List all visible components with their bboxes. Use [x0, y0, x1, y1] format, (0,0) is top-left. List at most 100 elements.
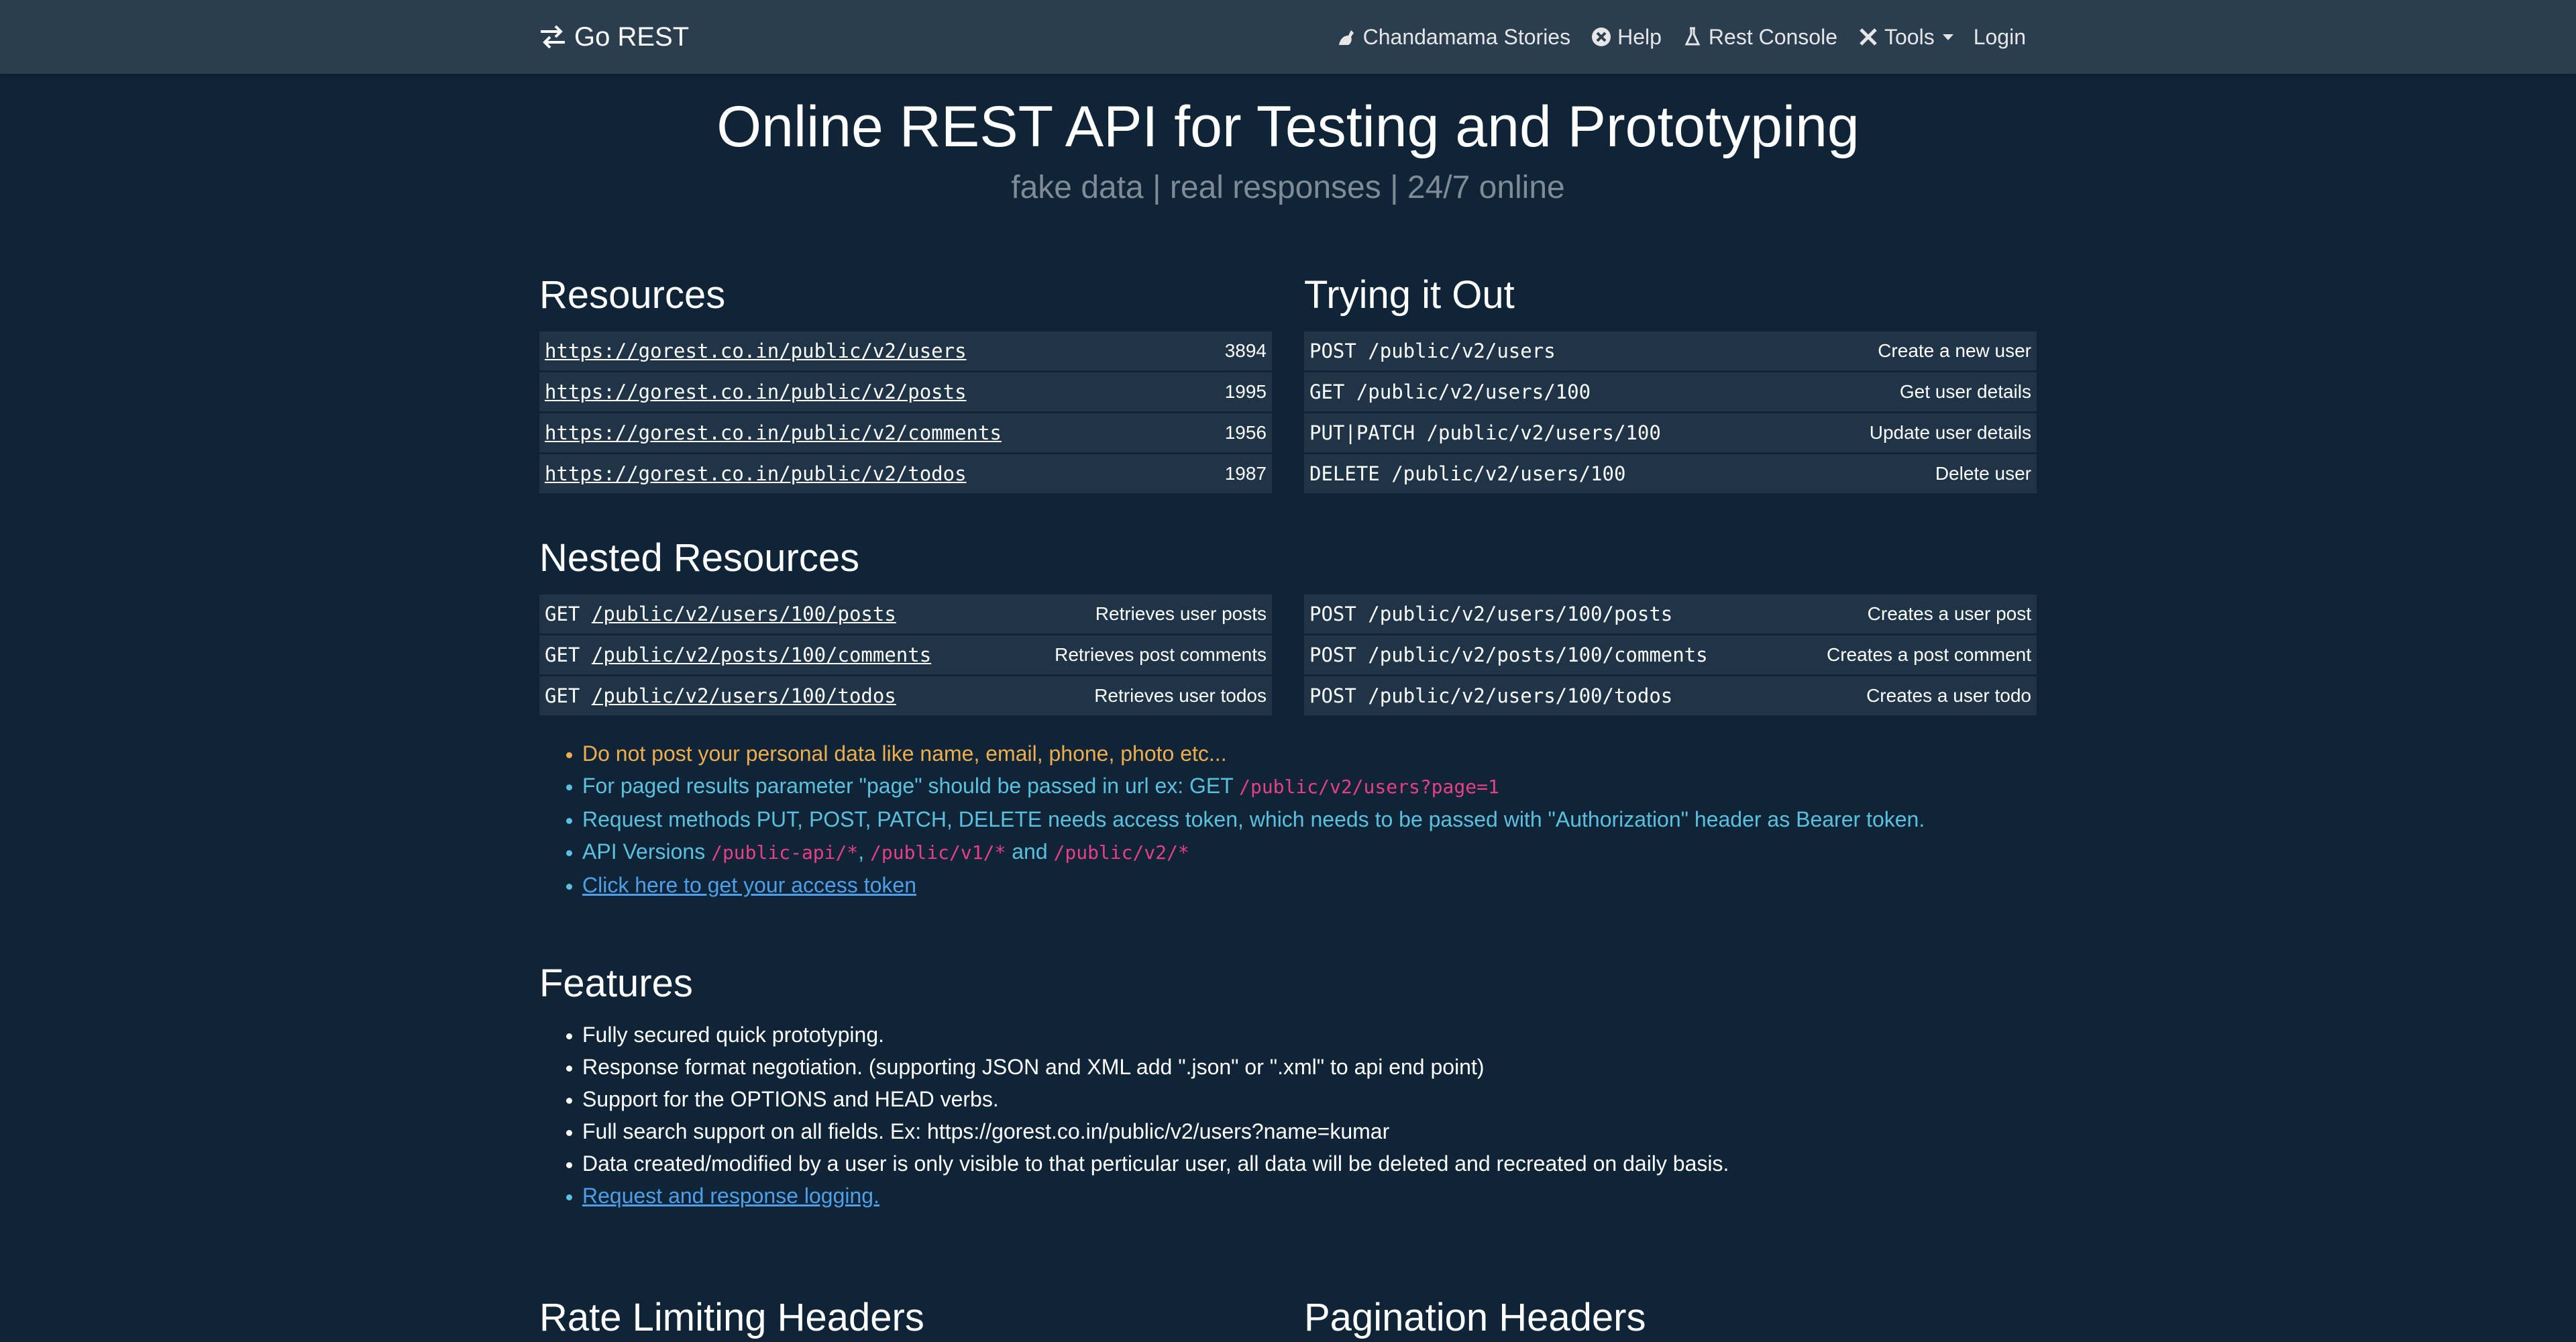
request-example: POST /public/v2/posts/100/comments — [1309, 643, 1708, 666]
resource-count: 1987 — [1224, 463, 1267, 484]
http-method: GET — [545, 643, 580, 666]
list-item: For paged results parameter "page" shoul… — [582, 770, 1925, 803]
code-snippet: /public/v1/* — [870, 841, 1006, 864]
request-description: Update user details — [1869, 422, 2031, 443]
list-item: Data created/modified by a user is only … — [582, 1147, 1729, 1180]
list-item: Response format negotiation. (supporting… — [582, 1051, 1729, 1083]
nested-get-table: GET /public/v2/users/100/posts Retrieves… — [539, 595, 1272, 717]
list-item: Request and response logging. — [582, 1180, 1729, 1212]
request-example: GET /public/v2/users/100 — [1309, 380, 1591, 403]
nested-heading: Nested Resources — [539, 536, 860, 580]
brand-label: Go REST — [574, 21, 690, 52]
table-row: POST /public/v2/users/100/posts Creates … — [1304, 595, 2037, 633]
list-item: Do not post your personal data like name… — [582, 737, 1925, 770]
table-row: GET /public/v2/users/100 Get user detail… — [1304, 372, 2037, 411]
table-row: GET /public/v2/posts/100/comments Retrie… — [539, 635, 1272, 674]
pagination-heading: Pagination Headers — [1304, 1296, 1646, 1339]
nav-label: Tools — [1884, 24, 1935, 49]
nested-link-post-comments[interactable]: /public/v2/posts/100/comments — [592, 643, 931, 666]
table-row: https://gorest.co.in/public/v2/comments … — [539, 413, 1272, 452]
features-heading: Features — [539, 962, 693, 1005]
request-description: Creates a user todo — [1866, 685, 2031, 706]
request-description: Retrieves user posts — [1095, 603, 1267, 624]
separator-text: , — [858, 839, 871, 864]
nav-rest-console[interactable]: Rest Console — [1682, 25, 1837, 50]
list-item: Full search support on all fields. Ex: h… — [582, 1115, 1729, 1147]
request-description: Retrieves post comments — [1055, 644, 1267, 665]
table-row: https://gorest.co.in/public/v2/posts 199… — [539, 372, 1272, 411]
nav-label: Chandamama Stories — [1362, 24, 1571, 49]
table-row: PUT|PATCH /public/v2/users/100 Update us… — [1304, 413, 2037, 452]
table-row: https://gorest.co.in/public/v2/todos 198… — [539, 454, 1272, 493]
nav-help[interactable]: Help — [1591, 25, 1662, 50]
logging-link[interactable]: Request and response logging. — [582, 1184, 879, 1208]
nav-links: Chandamama Stories Help Rest Console Too… — [1336, 0, 2026, 74]
list-item: API Versions /public-api/*, /public/v1/*… — [582, 835, 1925, 869]
list-item: Fully secured quick prototyping. — [582, 1019, 1729, 1051]
tools-icon — [1860, 28, 1877, 46]
request-description: Get user details — [1899, 381, 2031, 402]
nav-label: Login — [1973, 24, 2026, 49]
request-example: PUT|PATCH /public/v2/users/100 — [1309, 421, 1661, 444]
story-icon — [1338, 30, 1354, 45]
trying-heading: Trying it Out — [1304, 273, 1515, 317]
resource-count: 3894 — [1224, 340, 1267, 361]
features-list: Fully secured quick prototyping. Respons… — [550, 1019, 1729, 1212]
access-token-link[interactable]: Click here to get your access token — [582, 873, 916, 897]
chevron-down-icon — [1942, 34, 1953, 40]
page-subtitle: fake data | real responses | 24/7 online — [1011, 170, 1565, 205]
nav-login[interactable]: Login — [1974, 25, 2026, 50]
resource-link-posts[interactable]: https://gorest.co.in/public/v2/posts — [545, 380, 967, 403]
request-description: Create a new user — [1878, 340, 2031, 361]
table-row: POST /public/v2/users/100/todos Creates … — [1304, 676, 2037, 715]
resources-heading: Resources — [539, 273, 726, 317]
paging-note: For paged results parameter "page" shoul… — [582, 774, 1240, 798]
table-row: GET /public/v2/users/100/todos Retrieves… — [539, 676, 1272, 715]
request-example: POST /public/v2/users — [1309, 340, 1556, 362]
request-example: DELETE /public/v2/users/100 — [1309, 462, 1626, 485]
list-item: Support for the OPTIONS and HEAD verbs. — [582, 1083, 1729, 1115]
table-row: POST /public/v2/users Create a new user — [1304, 331, 2037, 370]
http-method: GET — [545, 684, 580, 707]
navbar: Go REST Chandamama Stories Help Rest Con… — [0, 0, 2576, 74]
request-description: Creates a user post — [1867, 603, 2031, 624]
request-example: POST /public/v2/users/100/todos — [1309, 684, 1673, 707]
notes-list: Do not post your personal data like name… — [550, 737, 1925, 901]
code-snippet: /public/v2/* — [1053, 841, 1189, 864]
separator-text: and — [1006, 839, 1054, 864]
request-description: Retrieves user todos — [1094, 685, 1267, 706]
table-row: https://gorest.co.in/public/v2/users 389… — [539, 331, 1272, 370]
request-description: Delete user — [1935, 463, 2031, 484]
versions-label: API Versions — [582, 839, 712, 864]
resources-table: https://gorest.co.in/public/v2/users 389… — [539, 331, 1272, 495]
code-snippet: /public/v2/users?page=1 — [1239, 776, 1499, 798]
brand-link[interactable]: Go REST — [538, 0, 689, 74]
resource-count: 1956 — [1224, 422, 1267, 443]
resource-link-todos[interactable]: https://gorest.co.in/public/v2/todos — [545, 462, 967, 485]
nav-chandamama-stories[interactable]: Chandamama Stories — [1336, 25, 1570, 50]
trying-table: POST /public/v2/users Create a new user … — [1304, 331, 2037, 495]
resource-link-users[interactable]: https://gorest.co.in/public/v2/users — [545, 340, 967, 362]
code-snippet: /public-api/* — [711, 841, 859, 864]
http-method: GET — [545, 603, 580, 625]
resource-count: 1995 — [1224, 381, 1267, 402]
request-example: POST /public/v2/users/100/posts — [1309, 603, 1673, 625]
resource-link-comments[interactable]: https://gorest.co.in/public/v2/comments — [545, 421, 1002, 444]
nav-label: Rest Console — [1708, 24, 1837, 49]
nav-label: Help — [1617, 24, 1662, 49]
page-title: Online REST API for Testing and Prototyp… — [716, 95, 1860, 159]
warning-note: Do not post your personal data like name… — [582, 741, 1227, 766]
nested-post-table: POST /public/v2/users/100/posts Creates … — [1304, 595, 2037, 717]
auth-note: Request methods PUT, POST, PATCH, DELETE… — [582, 807, 1925, 831]
rate-limiting-heading: Rate Limiting Headers — [539, 1296, 924, 1339]
nav-tools-dropdown[interactable]: Tools — [1858, 25, 1953, 50]
flask-icon — [1684, 27, 1701, 46]
table-row: GET /public/v2/users/100/posts Retrieves… — [539, 595, 1272, 633]
nested-link-user-todos[interactable]: /public/v2/users/100/todos — [592, 684, 896, 707]
table-row: DELETE /public/v2/users/100 Delete user — [1304, 454, 2037, 493]
nested-link-user-posts[interactable]: /public/v2/users/100/posts — [592, 603, 896, 625]
list-item: Request methods PUT, POST, PATCH, DELETE… — [582, 803, 1925, 835]
exchange-icon — [541, 25, 565, 49]
request-description: Creates a post comment — [1826, 644, 2031, 665]
help-icon — [1592, 28, 1611, 46]
